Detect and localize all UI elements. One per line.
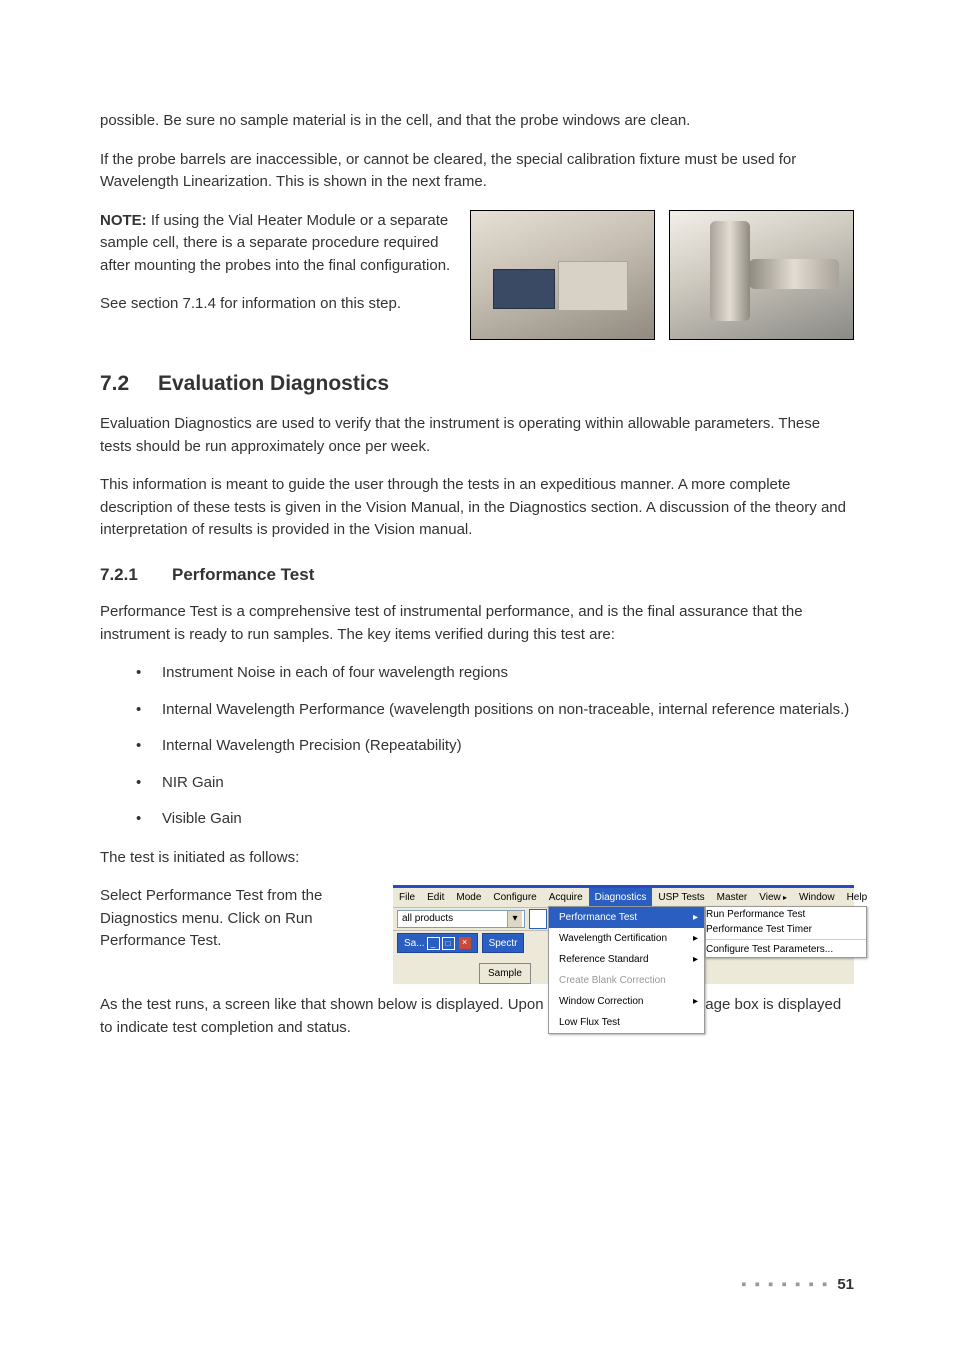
menu-item-help[interactable]: Help bbox=[841, 888, 874, 907]
menu-item-mode[interactable]: Mode bbox=[450, 888, 487, 907]
heading-7-2: 7.2 Evaluation Diagnostics bbox=[100, 368, 854, 400]
sample-button[interactable]: Sample bbox=[479, 963, 531, 984]
paragraph: If the probe barrels are inaccessible, o… bbox=[100, 149, 854, 194]
paragraph: As the test runs, a screen like that sho… bbox=[100, 994, 854, 1039]
menu-item-file[interactable]: File bbox=[393, 888, 421, 907]
list-item: Internal Wavelength Precision (Repeatabi… bbox=[162, 735, 854, 758]
paragraph: The test is initiated as follows: bbox=[100, 847, 854, 870]
footer-dots: ▪ ▪ ▪ ▪ ▪ ▪ ▪ bbox=[741, 1276, 829, 1293]
paragraph: possible. Be sure no sample material is … bbox=[100, 110, 854, 133]
menu-item-window-correction[interactable]: Window Correction bbox=[549, 991, 704, 1012]
close-icon[interactable]: × bbox=[459, 937, 471, 949]
page-footer: ▪ ▪ ▪ ▪ ▪ ▪ ▪ 51 bbox=[741, 1274, 854, 1297]
menu-item-acquire[interactable]: Acquire bbox=[543, 888, 589, 907]
screenshot-diagnostics-menu: FileEditModeConfigureAcquireDiagnosticsU… bbox=[393, 885, 854, 984]
note-body: If using the Vial Heater Module or a sep… bbox=[100, 212, 450, 274]
bullet-list: Instrument Noise in each of four wavelen… bbox=[100, 662, 854, 831]
page-number: 51 bbox=[837, 1276, 854, 1293]
list-item: NIR Gain bbox=[162, 772, 854, 795]
heading-title: Performance Test bbox=[172, 562, 314, 588]
list-item: Instrument Noise in each of four wavelen… bbox=[162, 662, 854, 685]
menu-item-performance-test-timer[interactable]: Performance Test Timer bbox=[706, 922, 866, 937]
heading-7-2-1: 7.2.1 Performance Test bbox=[100, 562, 854, 588]
note-label: NOTE: bbox=[100, 212, 147, 229]
window-sa[interactable]: Sa... _□ × bbox=[397, 933, 478, 953]
window-spectr[interactable]: Spectr bbox=[482, 933, 525, 953]
minimize-icon[interactable]: _ bbox=[427, 937, 440, 950]
menubar: FileEditModeConfigureAcquireDiagnosticsU… bbox=[393, 888, 854, 908]
diagnostics-dropdown: Performance TestWavelength Certification… bbox=[548, 906, 705, 1034]
heading-number: 7.2.1 bbox=[100, 562, 172, 588]
menu-item-reference-standard[interactable]: Reference Standard bbox=[549, 949, 704, 970]
heading-title: Evaluation Diagnostics bbox=[158, 368, 389, 400]
menu-item-configure-test-parameters-[interactable]: Configure Test Parameters... bbox=[706, 942, 866, 957]
menu-item-usp-tests[interactable]: USP Tests bbox=[652, 888, 710, 907]
products-combo[interactable]: all products bbox=[397, 910, 525, 928]
menu-item-diagnostics[interactable]: Diagnostics bbox=[589, 888, 653, 907]
menu-item-configure[interactable]: Configure bbox=[487, 888, 542, 907]
menu-item-low-flux-test[interactable]: Low Flux Test bbox=[549, 1012, 704, 1033]
heading-number: 7.2 bbox=[100, 368, 158, 400]
menu-item-performance-test[interactable]: Performance Test bbox=[549, 907, 704, 928]
new-doc-icon[interactable] bbox=[529, 909, 547, 929]
photo-vial-heater bbox=[470, 210, 655, 340]
menu-item-wavelength-certification[interactable]: Wavelength Certification bbox=[549, 928, 704, 949]
menu-item-create-blank-correction: Create Blank Correction bbox=[549, 970, 704, 991]
maximize-icon[interactable]: □ bbox=[442, 937, 455, 950]
paragraph: See section 7.1.4 for information on thi… bbox=[100, 293, 458, 316]
menu-item-master[interactable]: Master bbox=[711, 888, 754, 907]
paragraph: Performance Test is a comprehensive test… bbox=[100, 601, 854, 646]
note-paragraph: NOTE: If using the Vial Heater Module or… bbox=[100, 210, 458, 278]
menu-item-edit[interactable]: Edit bbox=[421, 888, 450, 907]
menu-item-view[interactable]: View bbox=[753, 888, 793, 907]
step-paragraph: Select Performance Test from the Diagnos… bbox=[100, 885, 362, 953]
menu-item-run-performance-test[interactable]: Run Performance Test bbox=[706, 907, 866, 922]
list-item: Internal Wavelength Performance (wavelen… bbox=[162, 699, 854, 722]
list-item: Visible Gain bbox=[162, 808, 854, 831]
menu-item-window[interactable]: Window bbox=[793, 888, 841, 907]
performance-test-submenu: Run Performance TestPerformance Test Tim… bbox=[705, 906, 867, 958]
window-sa-label: Sa... bbox=[404, 936, 425, 951]
paragraph: This information is meant to guide the u… bbox=[100, 474, 854, 542]
window-spectr-label: Spectr bbox=[489, 936, 518, 951]
photo-calibration-fixture bbox=[669, 210, 854, 340]
menu-separator bbox=[706, 939, 866, 940]
paragraph: Evaluation Diagnostics are used to verif… bbox=[100, 413, 854, 458]
